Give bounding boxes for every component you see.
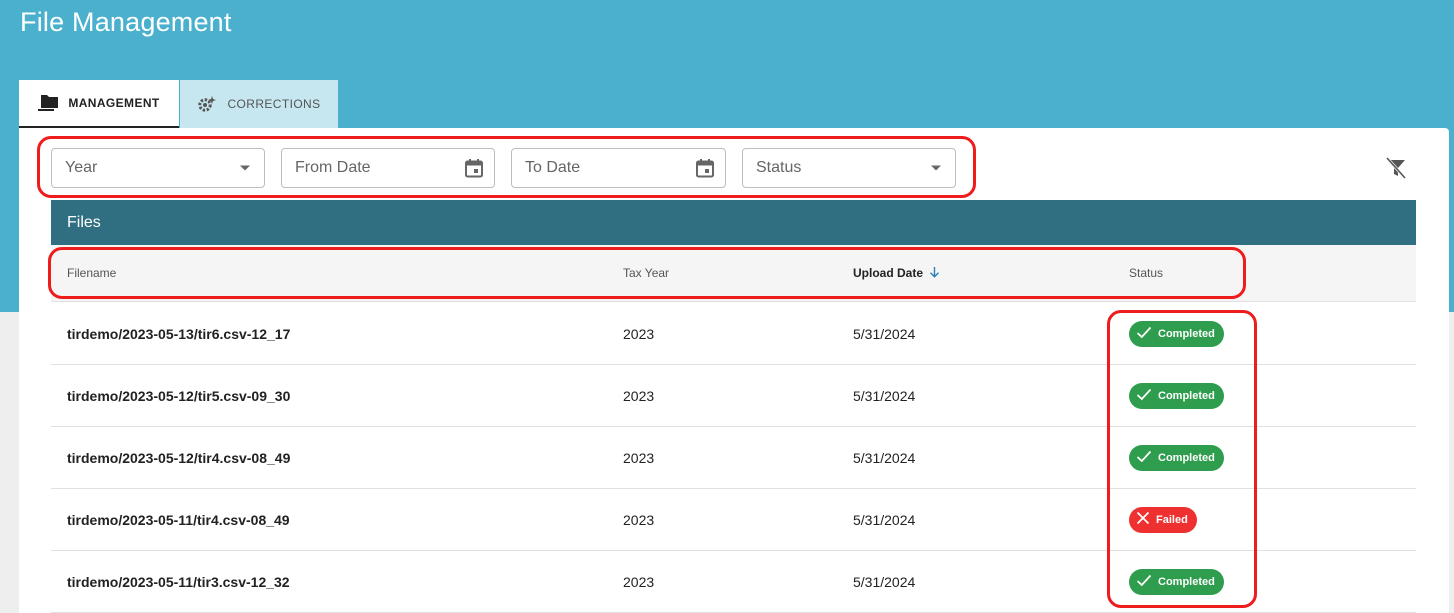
folder-icon <box>38 95 59 111</box>
clear-filters-button[interactable] <box>1384 156 1408 180</box>
status-badge-label: Completed <box>1158 389 1215 402</box>
status-cell: Completed <box>1129 551 1224 612</box>
table-header-row: Filename Tax Year Upload Date Status <box>51 245 1416 302</box>
tax-year-cell: 2023 <box>623 387 655 404</box>
status-badge-label: Completed <box>1158 575 1215 588</box>
upload-date-cell: 5/31/2024 <box>853 449 916 466</box>
column-header-upload-date[interactable]: Upload Date <box>853 245 940 301</box>
files-title-text: Files <box>67 213 101 231</box>
status-select[interactable]: Status <box>742 148 956 188</box>
status-badge-label: Completed <box>1158 451 1215 464</box>
upload-date-cell: 5/31/2024 <box>853 325 916 342</box>
filename-cell: tirdemo/2023-05-11/tir3.csv-12_32 <box>67 573 290 590</box>
filename-cell: tirdemo/2023-05-12/tir4.csv-08_49 <box>67 449 291 466</box>
status-badge: Completed <box>1129 568 1224 595</box>
status-badge: Completed <box>1129 444 1224 471</box>
tax-year-cell: 2023 <box>623 511 655 528</box>
filename-cell: tirdemo/2023-05-12/tir5.csv-09_30 <box>67 387 291 404</box>
tax-year-cell: 2023 <box>623 573 655 590</box>
table-row[interactable]: tirdemo/2023-05-11/tir3.csv-12_32 2023 5… <box>51 551 1416 613</box>
year-select-label: Year <box>65 159 98 176</box>
from-date-label: From Date <box>295 159 371 176</box>
column-header-status[interactable]: Status <box>1129 245 1163 301</box>
status-cell: Completed <box>1129 303 1224 364</box>
tab-management[interactable]: MANAGEMENT <box>19 80 179 128</box>
column-header-tax-year[interactable]: Tax Year <box>623 245 669 301</box>
upload-date-cell: 5/31/2024 <box>853 387 916 404</box>
tab-corrections[interactable]: CORRECTIONS <box>180 80 338 128</box>
files-table-title: Files <box>51 200 1416 245</box>
to-date-label: To Date <box>525 159 581 176</box>
table-row[interactable]: tirdemo/2023-05-12/tir5.csv-09_30 2023 5… <box>51 365 1416 427</box>
from-date-field[interactable]: From Date <box>281 148 495 188</box>
table-row[interactable]: tirdemo/2023-05-11/tir4.csv-08_49 2023 5… <box>51 489 1416 551</box>
status-cell: Failed <box>1129 489 1197 550</box>
calendar-icon[interactable] <box>464 158 484 178</box>
tab-management-label: MANAGEMENT <box>68 96 160 110</box>
status-badge: Completed <box>1129 382 1224 409</box>
check-icon <box>1136 388 1152 404</box>
tab-corrections-label: CORRECTIONS <box>227 97 321 111</box>
upload-date-cell: 5/31/2024 <box>853 573 916 590</box>
check-icon <box>1136 574 1152 590</box>
status-cell: Completed <box>1129 427 1224 488</box>
filter-off-icon <box>1384 156 1408 184</box>
filename-cell: tirdemo/2023-05-13/tir6.csv-12_17 <box>67 325 291 342</box>
column-header-filename[interactable]: Filename <box>67 245 116 301</box>
status-badge-label: Completed <box>1158 327 1215 340</box>
close-icon <box>1136 511 1150 528</box>
status-select-label: Status <box>756 159 802 176</box>
status-badge: Failed <box>1129 506 1197 533</box>
filename-cell: tirdemo/2023-05-11/tir4.csv-08_49 <box>67 511 290 528</box>
upload-date-cell: 5/31/2024 <box>853 511 916 528</box>
tax-year-cell: 2023 <box>623 325 655 342</box>
dropdown-caret-icon <box>931 165 945 171</box>
arrow-down-icon <box>929 266 940 281</box>
tax-year-cell: 2023 <box>623 449 655 466</box>
status-cell: Completed <box>1129 365 1224 426</box>
status-badge: Completed <box>1129 320 1224 347</box>
dropdown-caret-icon <box>240 165 254 171</box>
check-icon <box>1136 326 1152 342</box>
table-row[interactable]: tirdemo/2023-05-12/tir4.csv-08_49 2023 5… <box>51 427 1416 489</box>
year-select[interactable]: Year <box>51 148 265 188</box>
check-icon <box>1136 450 1152 466</box>
to-date-field[interactable]: To Date <box>511 148 726 188</box>
page-title: File Management <box>20 7 232 37</box>
calendar-icon[interactable] <box>695 158 715 178</box>
table-row[interactable]: tirdemo/2023-05-13/tir6.csv-12_17 2023 5… <box>51 303 1416 365</box>
status-badge-label: Failed <box>1156 513 1188 526</box>
upload-date-header-label: Upload Date <box>853 266 924 280</box>
gear-sparkle-icon <box>197 95 217 113</box>
